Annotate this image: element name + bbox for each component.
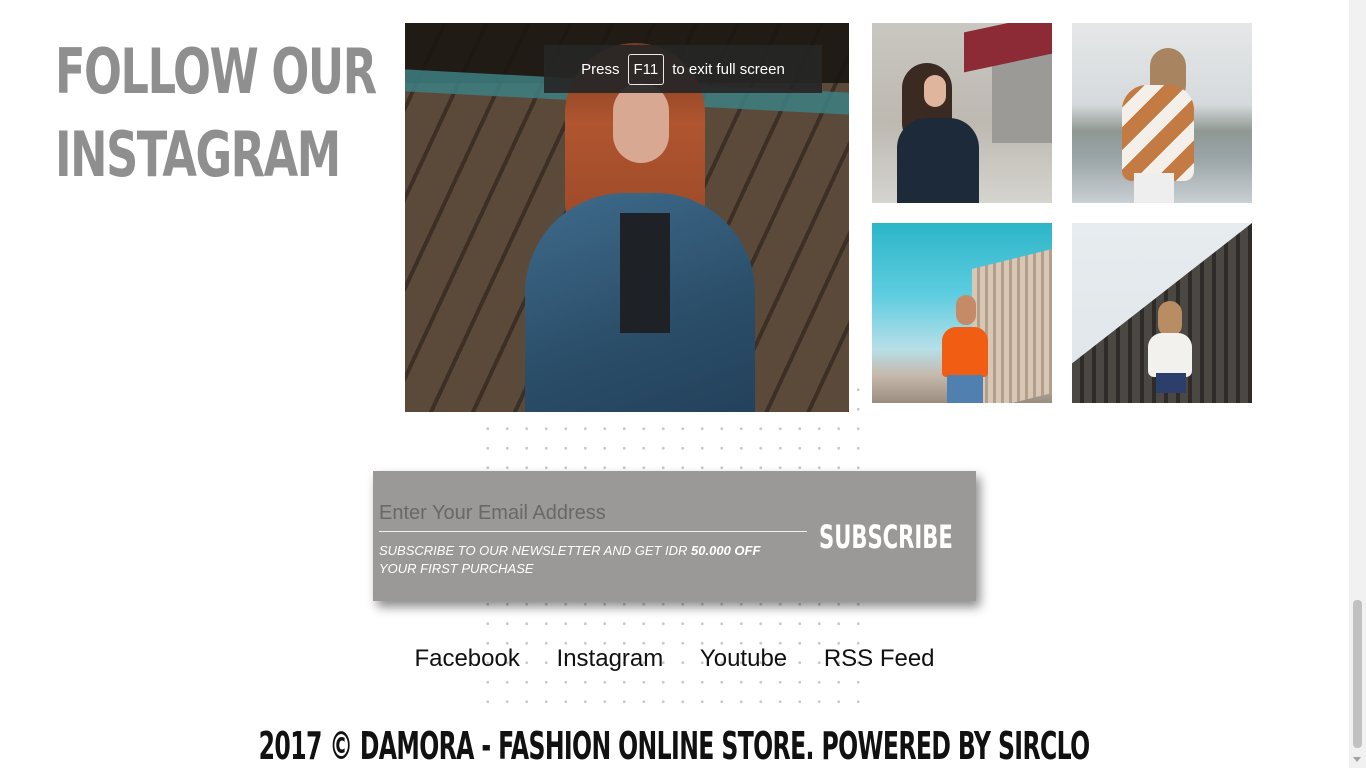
social-links: Facebook Instagram Youtube RSS Feed [0,645,1349,673]
footer-copyright: 2017 © DAMORA - FASHION ONLINE STORE. PO… [0,724,1349,768]
newsletter-form: SUBSCRIBE TO OUR NEWSLETTER AND GET IDR … [373,471,976,601]
toast-prefix: Press [581,60,620,78]
newsletter-note-text: SUBSCRIBE TO OUR NEWSLETTER AND GET IDR [379,543,692,558]
toast-suffix: to exit full screen [672,60,785,78]
subscribe-button-label: SUBSCRIBE [819,518,953,556]
instagram-title-line1: FOLLOW OUR [55,35,377,108]
page: FOLLOW OUR INSTAGRAM Press F11 to exit f… [0,0,1349,768]
footer-copyright-text: 2017 © DAMORA - FASHION ONLINE STORE. PO… [259,724,1091,768]
email-input[interactable] [379,495,807,532]
newsletter-note: SUBSCRIBE TO OUR NEWSLETTER AND GET IDR … [379,542,789,578]
social-link-youtube[interactable]: Youtube [700,645,787,672]
instagram-photo-4[interactable] [1072,223,1252,403]
instagram-section-title: FOLLOW OUR INSTAGRAM [55,30,377,196]
social-link-rss-feed[interactable]: RSS Feed [824,645,935,672]
subscribe-button[interactable]: SUBSCRIBE [819,515,959,559]
scroll-down-arrow-icon[interactable] [1353,757,1361,762]
social-link-instagram[interactable]: Instagram [557,645,664,672]
instagram-photo-2[interactable] [1072,23,1252,203]
social-link-facebook[interactable]: Facebook [414,645,519,672]
scrollbar-thumb[interactable] [1353,600,1362,748]
f11-key-badge: F11 [627,53,665,85]
vertical-scrollbar[interactable] [1349,0,1366,768]
newsletter-discount: 50.000 OFF [691,543,761,558]
instagram-photo-3[interactable] [872,223,1052,403]
fullscreen-exit-toast: Press F11 to exit full screen [544,45,822,93]
instagram-photo-1[interactable] [872,23,1052,203]
newsletter-note-text-end: YOUR FIRST PURCHASE [379,561,534,576]
instagram-title-line2: INSTAGRAM [55,118,341,191]
